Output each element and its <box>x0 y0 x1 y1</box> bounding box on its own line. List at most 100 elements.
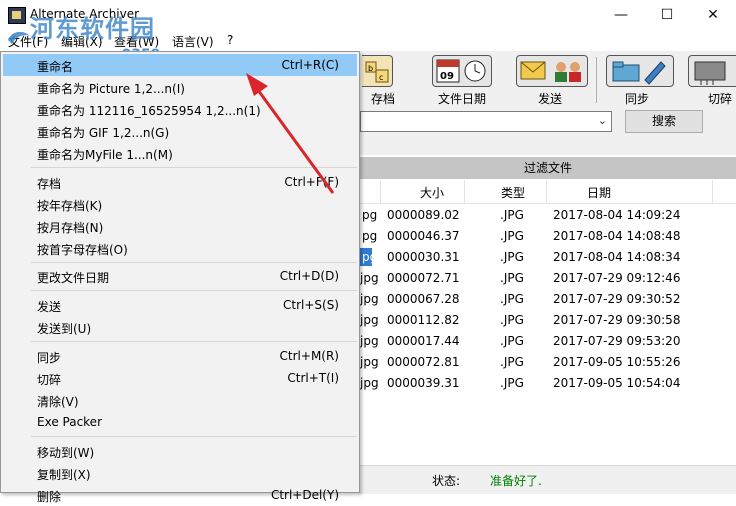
maximize-button[interactable]: ☐ <box>644 0 690 30</box>
menu-item-archive-year[interactable]: 按年存档(K) <box>3 193 357 215</box>
filter-files-header: 过滤文件 <box>360 157 736 179</box>
menu-item-archive[interactable]: 存档 Ctrl+F(F) <box>3 171 357 193</box>
menu-item-label: 重命名为MyFile 1...n(M) <box>37 148 173 162</box>
menu-item-copy-to[interactable]: 复制到(X) <box>3 462 357 484</box>
menu-help[interactable]: ? <box>227 33 233 47</box>
table-row[interactable]: jpg 0000112.82 .JPG 2017-07-29 09:30:58 <box>360 309 736 330</box>
column-size[interactable]: 大小 <box>420 184 444 201</box>
watermark-title: 河东软件园 <box>30 15 155 43</box>
menu-item-move-to[interactable]: 移动到(W) <box>3 440 357 462</box>
menu-item-rename-myfile[interactable]: 重命名为MyFile 1...n(M) <box>3 142 357 164</box>
menu-separator <box>31 290 357 291</box>
cell-name: pg <box>362 208 378 222</box>
cell-type: .JPG <box>500 376 524 390</box>
menu-item-delete[interactable]: 删除 Ctrl+Del(Y) <box>3 484 357 506</box>
menu-item-send-to[interactable]: 发送到(U) <box>3 316 357 338</box>
table-row[interactable]: pg 0000030.31 .JPG 2017-08-04 14:08:34 <box>360 246 736 267</box>
cell-name: pg <box>362 229 378 243</box>
menu-item-label: 切碎 <box>37 373 62 387</box>
menu-item-clear[interactable]: 清除(V) <box>3 389 357 411</box>
menu-item-shortcut: Ctrl+S(S) <box>282 298 339 312</box>
cell-type: .JPG <box>500 271 524 285</box>
cell-size: 0000046.37 <box>387 229 460 243</box>
table-row[interactable]: pg 0000046.37 .JPG 2017-08-04 14:08:48 <box>360 225 736 246</box>
menu-separator <box>31 167 357 168</box>
file-menu-dropdown: 重命名 Ctrl+R(C) 重命名为 Picture 1,2...n(I) 重命… <box>0 51 360 504</box>
file-list: pg 0000089.02 .JPG 2017-08-04 14:09:24 p… <box>360 204 736 393</box>
cell-type: .JPG <box>500 313 524 327</box>
column-header: 大小 类型 日期 <box>360 180 736 204</box>
column-separator <box>546 180 547 203</box>
menu-item-shortcut: Ctrl+D(D) <box>279 269 339 283</box>
search-button[interactable]: 搜索 <box>625 110 703 133</box>
menu-item-exe-packer[interactable]: Exe Packer <box>3 411 357 433</box>
menu-item-label: 重命名为 Picture 1,2...n(I) <box>37 82 185 96</box>
cell-name: jpg <box>360 313 379 327</box>
menu-item-label: 复制到(X) <box>37 468 91 482</box>
svg-text:09: 09 <box>440 71 454 82</box>
cell-size: 0000089.02 <box>387 208 460 222</box>
menu-item-archive-initial[interactable]: 按首字母存档(O) <box>3 237 357 259</box>
cell-size: 0000067.28 <box>387 292 460 306</box>
cell-size: 0000072.71 <box>387 271 460 285</box>
sync-folder-icon[interactable] <box>606 55 674 87</box>
menu-item-label: 重命名为 112116_16525954 1,2...n(1) <box>37 104 261 118</box>
menu-item-sync[interactable]: 同步 Ctrl+M(R) <box>3 345 357 367</box>
status-value: 准备好了. <box>490 474 542 488</box>
status-bar <box>360 465 736 494</box>
table-row[interactable]: pg 0000089.02 .JPG 2017-08-04 14:09:24 <box>360 204 736 225</box>
menu-item-label: 更改文件日期 <box>37 271 110 285</box>
menu-item-label: 发送到(U) <box>37 322 92 336</box>
cell-name: pg <box>362 250 378 264</box>
column-separator <box>380 180 381 203</box>
chevron-down-icon[interactable]: ⌄ <box>598 114 607 127</box>
filter-combobox[interactable]: ⌄ <box>360 111 612 132</box>
menu-item-label: 按年存档(K) <box>37 199 103 213</box>
menu-item-label: 发送 <box>37 300 62 314</box>
table-row[interactable]: jpg 0000017.44 .JPG 2017-07-29 09:53:20 <box>360 330 736 351</box>
minimize-button[interactable]: — <box>598 0 644 30</box>
shred-icon[interactable] <box>688 55 736 87</box>
menu-item-label: 按首字母存档(O) <box>37 243 128 257</box>
column-type[interactable]: 类型 <box>501 184 525 201</box>
menu-item-archive-month[interactable]: 按月存档(N) <box>3 215 357 237</box>
status-label: 状态: <box>432 474 461 488</box>
watermark-logo-icon <box>8 31 30 44</box>
menu-item-label: 按月存档(N) <box>37 221 104 235</box>
svg-text:b: b <box>368 64 373 73</box>
toolbar-send-label: 发送 <box>537 92 562 106</box>
calendar-clock-icon[interactable]: 09 <box>432 55 492 87</box>
table-row[interactable]: jpg 0000072.81 .JPG 2017-09-05 10:55:26 <box>360 351 736 372</box>
toolbar-separator <box>596 57 597 103</box>
cell-date: 2017-09-05 10:55:26 <box>553 355 681 369</box>
cell-name: jpg <box>360 376 379 390</box>
close-button[interactable]: ✕ <box>690 0 736 30</box>
cell-size: 0000039.31 <box>387 376 460 390</box>
menu-separator <box>31 436 357 437</box>
menu-item-rename-gif[interactable]: 重命名为 GIF 1,2...n(G) <box>3 120 357 142</box>
cell-size: 0000017.44 <box>387 334 460 348</box>
archive-icon[interactable]: b c <box>362 55 393 87</box>
menu-separator <box>31 341 357 342</box>
table-row[interactable]: jpg 0000039.31 .JPG 2017-09-05 10:54:04 <box>360 372 736 393</box>
menu-item-rename-date[interactable]: 重命名为 112116_16525954 1,2...n(1) <box>3 98 357 120</box>
cell-date: 2017-07-29 09:12:46 <box>553 271 681 285</box>
menu-item-rename[interactable]: 重命名 Ctrl+R(C) <box>3 54 357 76</box>
cell-date: 2017-07-29 09:53:20 <box>553 334 681 348</box>
column-date[interactable]: 日期 <box>587 184 611 201</box>
table-row[interactable]: jpg 0000067.28 .JPG 2017-07-29 09:30:52 <box>360 288 736 309</box>
cell-name: jpg <box>360 355 379 369</box>
cell-date: 2017-07-29 09:30:58 <box>553 313 681 327</box>
menu-item-label: 存档 <box>37 177 62 191</box>
menu-item-send[interactable]: 发送 Ctrl+S(S) <box>3 294 357 316</box>
cell-type: .JPG <box>500 208 524 222</box>
menu-item-label: 重命名 <box>37 60 74 74</box>
table-row[interactable]: jpg 0000072.71 .JPG 2017-07-29 09:12:46 <box>360 267 736 288</box>
menu-item-rename-picture[interactable]: 重命名为 Picture 1,2...n(I) <box>3 76 357 98</box>
menu-item-shred[interactable]: 切碎 Ctrl+T(I) <box>3 367 357 389</box>
toolbar-filedate-label: 文件日期 <box>437 92 486 106</box>
cell-size: 0000030.31 <box>387 250 460 264</box>
send-envelope-icon[interactable] <box>516 55 588 87</box>
menu-item-change-file-date[interactable]: 更改文件日期 Ctrl+D(D) <box>3 265 357 287</box>
svg-text:c: c <box>379 73 383 82</box>
